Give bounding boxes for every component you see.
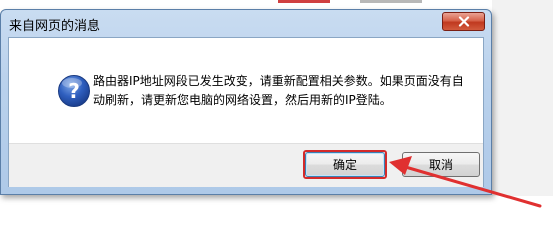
dialog-titlebar[interactable]: 来自网页的消息 — [1, 10, 491, 36]
svg-text:?: ? — [68, 79, 80, 103]
dialog-client-area: ? 路由器IP地址网段已发生改变，请重新配置相关参数。如果页面没有自 动刷新，请… — [8, 37, 484, 187]
dialog-title: 来自网页的消息 — [9, 19, 101, 34]
background-page-fragment — [360, 0, 422, 3]
background-page-area — [492, 0, 553, 196]
dialog-message: 路由器IP地址网段已发生改变，请重新配置相关参数。如果页面没有自 动刷新，请更新… — [93, 72, 473, 110]
question-icon: ? — [57, 74, 91, 108]
dialog-button-bar: 确定 取消 — [9, 143, 483, 187]
background-page-fragment — [278, 0, 330, 3]
ok-button[interactable]: 确定 — [305, 152, 385, 177]
close-icon — [458, 16, 470, 27]
dialog-content: ? 路由器IP地址网段已发生改变，请重新配置相关参数。如果页面没有自 动刷新，请… — [9, 38, 483, 143]
dialog-message-line: 动刷新，请更新您电脑的网络设置，然后用新的IP登陆。 — [93, 93, 392, 107]
close-button[interactable] — [442, 12, 485, 31]
screenshot-stage: 来自网页的消息 ? 路由器IP地址网段已发生改变，请重新配置相关参数。如果页面没… — [0, 0, 553, 228]
dialog-message-line: 路由器IP地址网段已发生改变，请重新配置相关参数。如果页面没有自 — [93, 74, 464, 88]
message-dialog: 来自网页的消息 ? 路由器IP地址网段已发生改变，请重新配置相关参数。如果页面没… — [0, 9, 492, 195]
cancel-button[interactable]: 取消 — [402, 152, 480, 177]
